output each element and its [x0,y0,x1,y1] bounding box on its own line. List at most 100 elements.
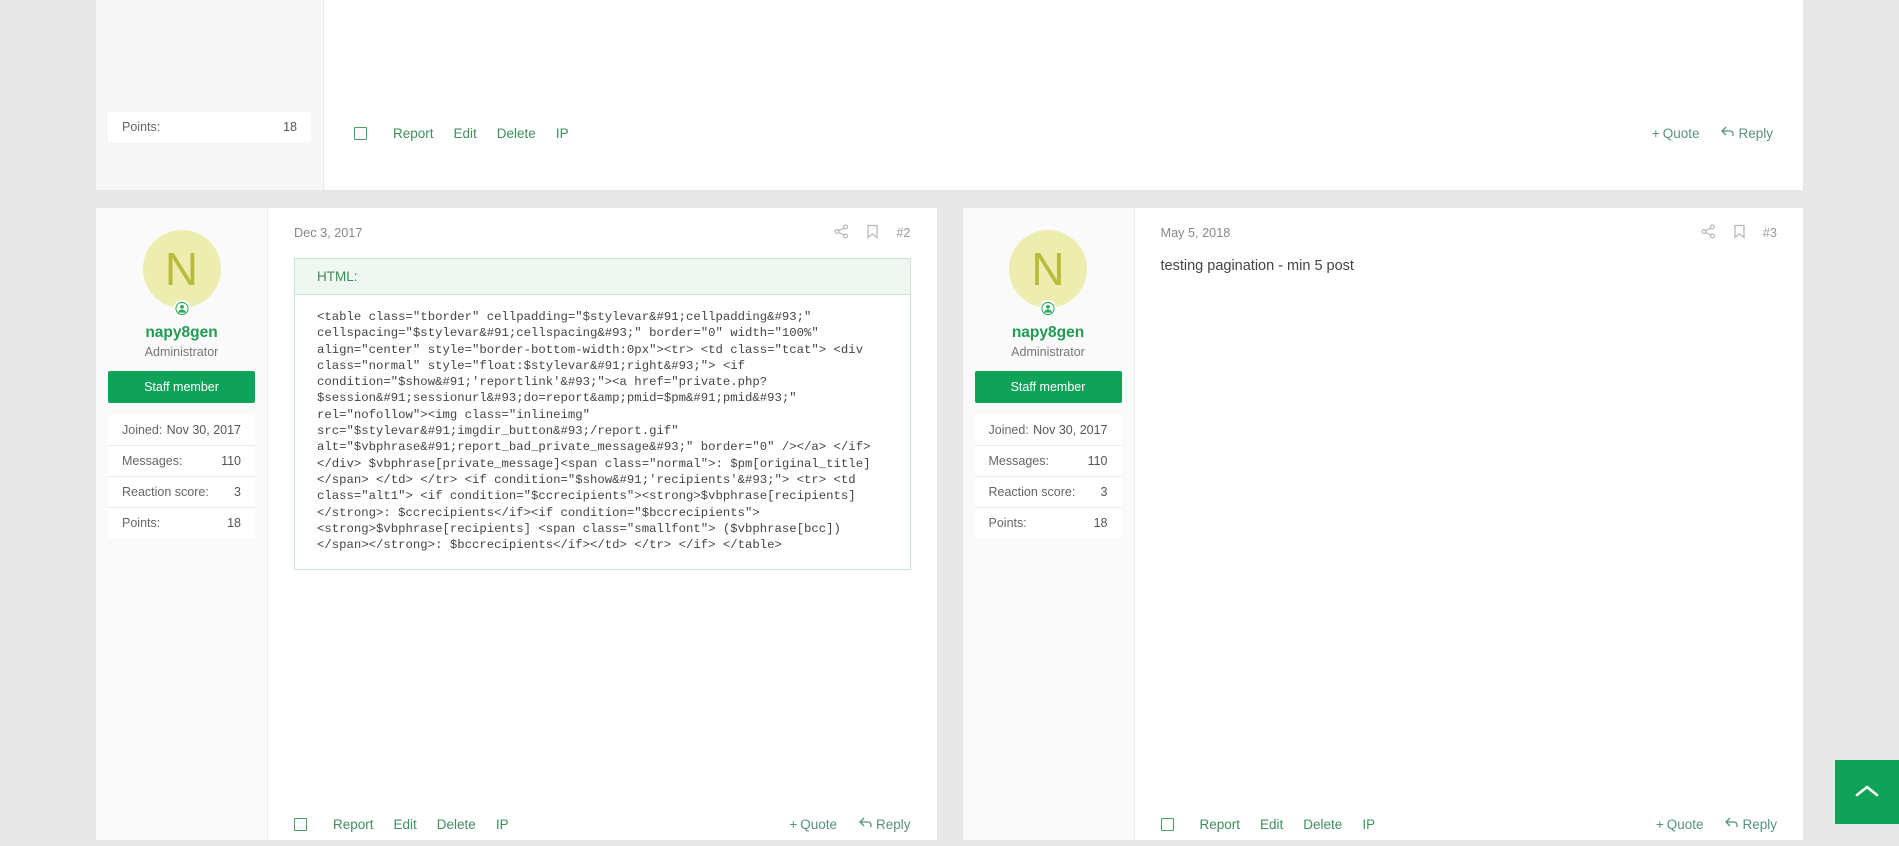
page-bottom-strip [0,840,1899,846]
stat-label: Joined: [988,423,1029,437]
quote-button[interactable]: + Quote [789,817,837,832]
post-3-header-icons: #3 [1701,224,1777,242]
edit-button[interactable]: Edit [1260,817,1283,832]
share-icon[interactable] [834,224,849,242]
reply-button[interactable]: Reply [1721,126,1773,141]
reply-button[interactable]: Reply [1725,817,1777,832]
bookmark-icon[interactable] [1733,224,1746,242]
staff-member-badge: Staff member [974,371,1122,403]
username-link[interactable]: napy8gen [96,324,267,342]
avatar[interactable]: N [1009,230,1087,308]
posts-container: N napy8gen Administrator Staff member Jo… [96,208,1803,846]
post-2-header-icons: #2 [834,224,911,242]
bookmark-icon[interactable] [866,224,879,242]
post-3: N napy8gen Administrator Staff member Jo… [962,208,1803,846]
quote-label: Quote [1666,817,1704,832]
plus-icon: + [1651,126,1660,141]
post-1-user-sidebar: Points: 18 [96,0,324,190]
post-3-footer-right: + Quote Reply [1656,817,1777,832]
stat-row: Messages: 110 [108,445,255,476]
reply-arrow-icon [1721,126,1735,141]
stat-label: Messages: [988,454,1049,468]
stat-value: 18 [283,120,297,134]
username-link[interactable]: napy8gen [963,324,1134,342]
reply-label: Reply [1738,126,1773,141]
stat-row: Points: 18 [974,507,1122,538]
post-1-body: /table http://blancos.info/schedule-real… [324,0,1803,190]
chevron-up-icon [1852,782,1882,802]
post-2-code-block: HTML: <table class="tborder" cellpadding… [294,258,911,571]
ip-button[interactable]: IP [556,126,569,141]
user-title: Administrator [144,345,219,359]
plus-icon: + [789,817,798,832]
stat-label: Messages: [122,454,183,468]
stat-label: Reaction score: [988,485,1076,499]
report-button[interactable]: Report [333,817,374,832]
stat-label: Joined: [122,423,163,437]
edit-button[interactable]: Edit [394,817,417,832]
stat-label: Reaction score: [122,485,209,499]
avatar-wrapper[interactable]: N [1009,230,1087,317]
reply-arrow-icon [859,817,873,832]
post-3-header: May 5, 2018 #3 [1161,224,1777,242]
post-2-footer-left: Report Edit Delete IP [294,817,509,832]
post-3-message: testing pagination - min 5 post [1160,258,1354,274]
quote-label: Quote [800,817,837,832]
code-block-title: HTML: [295,259,910,295]
plus-icon: + [1655,817,1664,832]
stat-row: Reaction score: 3 [108,476,255,507]
post-3-footer-left: Report Edit Delete IP [1160,817,1375,832]
post-select-checkbox[interactable] [354,127,367,140]
stat-value: 3 [234,485,241,499]
post-1-footer-left: Report Edit Delete IP [354,126,569,141]
report-button[interactable]: Report [393,126,434,141]
post-number[interactable]: #3 [1763,226,1777,240]
stat-value: 18 [1093,516,1108,530]
post-2-header: Dec 3, 2017 #2 [294,224,911,242]
post-2-footer-right: + Quote Reply [789,817,910,832]
stat-value: Nov 30, 2017 [166,423,241,437]
reply-label: Reply [1742,817,1777,832]
post-3-user-sidebar: N napy8gen Administrator Staff member Jo… [962,208,1135,846]
post-1-user-stats: Points: 18 [108,112,311,142]
stat-value: 18 [227,516,241,530]
stat-row: Messages: 110 [974,445,1122,476]
scroll-to-top-button[interactable] [1835,760,1899,824]
post-2-body: Dec 3, 2017 #2 HTML: <table class="tbord… [268,208,937,846]
avatar[interactable]: N [142,230,221,308]
delete-button[interactable]: Delete [437,817,476,832]
post-2-user-sidebar: N napy8gen Administrator Staff member Jo… [96,208,268,846]
ip-button[interactable]: IP [1362,817,1375,832]
stat-row: Points: 18 [108,112,311,142]
post-date[interactable]: Dec 3, 2017 [294,226,362,240]
online-status-icon [1039,300,1057,317]
reply-label: Reply [875,817,911,832]
stat-value: Nov 30, 2017 [1033,423,1108,437]
delete-button[interactable]: Delete [1303,817,1342,832]
post-1: Points: 18 /table http://blancos.info/sc… [96,0,1803,190]
stat-row: Joined: Nov 30, 2017 [108,415,255,445]
staff-member-badge: Staff member [108,371,255,403]
delete-button[interactable]: Delete [497,126,536,141]
stat-label: Points: [122,516,161,530]
post-number[interactable]: #2 [896,226,910,240]
post-date[interactable]: May 5, 2018 [1161,226,1231,240]
stat-row: Joined: Nov 30, 2017 [974,415,1122,445]
ip-button[interactable]: IP [496,817,509,832]
user-title: Administrator [1011,345,1085,359]
online-status-icon [173,300,190,317]
reply-button[interactable]: Reply [859,817,911,832]
post-2: N napy8gen Administrator Staff member Jo… [96,208,937,846]
edit-button[interactable]: Edit [454,126,477,141]
avatar-wrapper[interactable]: N [142,230,221,317]
post-select-checkbox[interactable] [1160,818,1174,831]
post-select-checkbox[interactable] [294,818,307,831]
share-icon[interactable] [1701,224,1716,242]
quote-label: Quote [1662,126,1700,141]
forum-thread-page: Points: 18 /table http://blancos.info/sc… [0,0,1899,846]
quote-button[interactable]: + Quote [1652,126,1700,141]
report-button[interactable]: Report [1200,817,1241,832]
stat-value: 110 [221,454,241,468]
quote-button[interactable]: + Quote [1656,817,1704,832]
reply-arrow-icon [1725,817,1739,832]
